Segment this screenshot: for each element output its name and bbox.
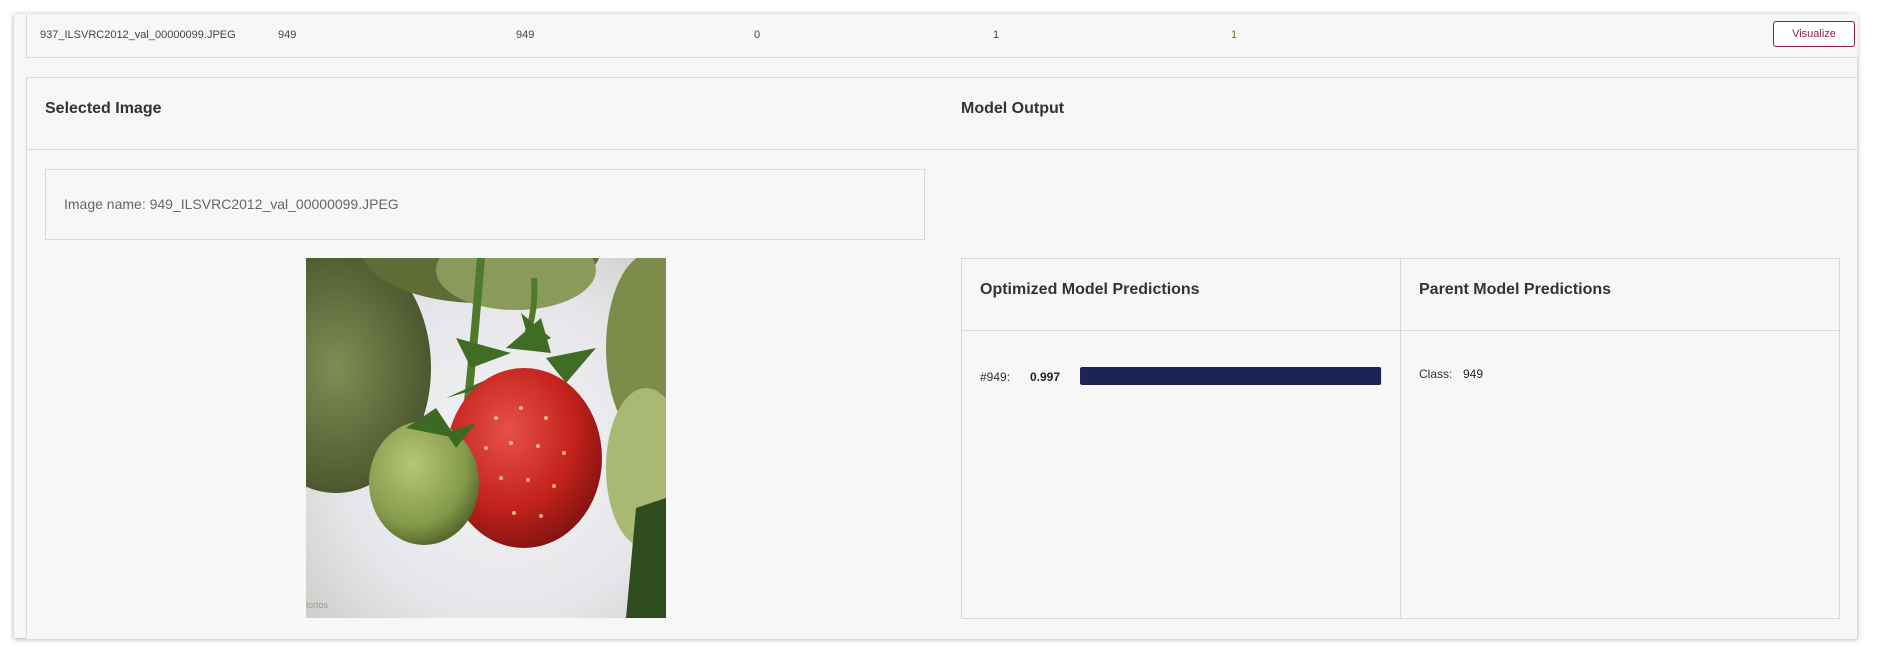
selected-image-panel: Selected Image Image name: 949_ILSVRC201… <box>26 77 945 640</box>
selected-image: lortos <box>306 258 666 618</box>
prediction-class-label: #949: <box>980 370 1011 384</box>
row-image-name: 937_ILSVRC2012_val_00000099.JPEG <box>40 29 236 41</box>
row-cell-1: 949 <box>278 29 297 41</box>
optimized-predictions-title: Optimized Model Predictions <box>980 281 1200 298</box>
row-cell-5: 1 <box>1231 29 1238 41</box>
predictions-container: Optimized Model Predictions #949: 0.997 … <box>961 258 1840 619</box>
divider <box>27 149 944 150</box>
row-cell-3: 0 <box>754 29 761 41</box>
parent-class-value: 949 <box>1463 367 1484 381</box>
prediction-score: 0.997 <box>1030 370 1061 384</box>
divider <box>1401 330 1839 331</box>
selected-image-title: Selected Image <box>45 100 162 117</box>
row-cell-2: 949 <box>516 29 535 41</box>
model-output-title: Model Output <box>961 100 1065 117</box>
parent-predictions-title: Parent Model Predictions <box>1419 281 1612 298</box>
divider <box>943 149 1857 150</box>
table-row: 937_ILSVRC2012_val_00000099.JPEG 949 949… <box>26 14 1858 58</box>
parent-predictions: Parent Model Predictions Class: 949 <box>1401 259 1839 618</box>
optimized-predictions: Optimized Model Predictions #949: 0.997 <box>962 259 1401 618</box>
results-card: 937_ILSVRC2012_val_00000099.JPEG 949 949… <box>14 14 1858 640</box>
parent-class-label: Class: <box>1419 367 1453 381</box>
visualize-button[interactable]: Visualize <box>1773 21 1855 47</box>
image-watermark: lortos <box>306 600 329 610</box>
prediction-bar <box>1080 367 1382 385</box>
row-cell-4: 1 <box>993 29 1000 41</box>
prediction-bar-fill <box>1080 367 1382 385</box>
divider <box>962 330 1400 331</box>
image-name-box: Image name: 949_ILSVRC2012_val_00000099.… <box>45 169 925 240</box>
image-name-label: Image name: 949_ILSVRC2012_val_00000099.… <box>64 196 399 212</box>
model-output-panel: Model Output Optimized Model Predictions… <box>943 77 1858 640</box>
